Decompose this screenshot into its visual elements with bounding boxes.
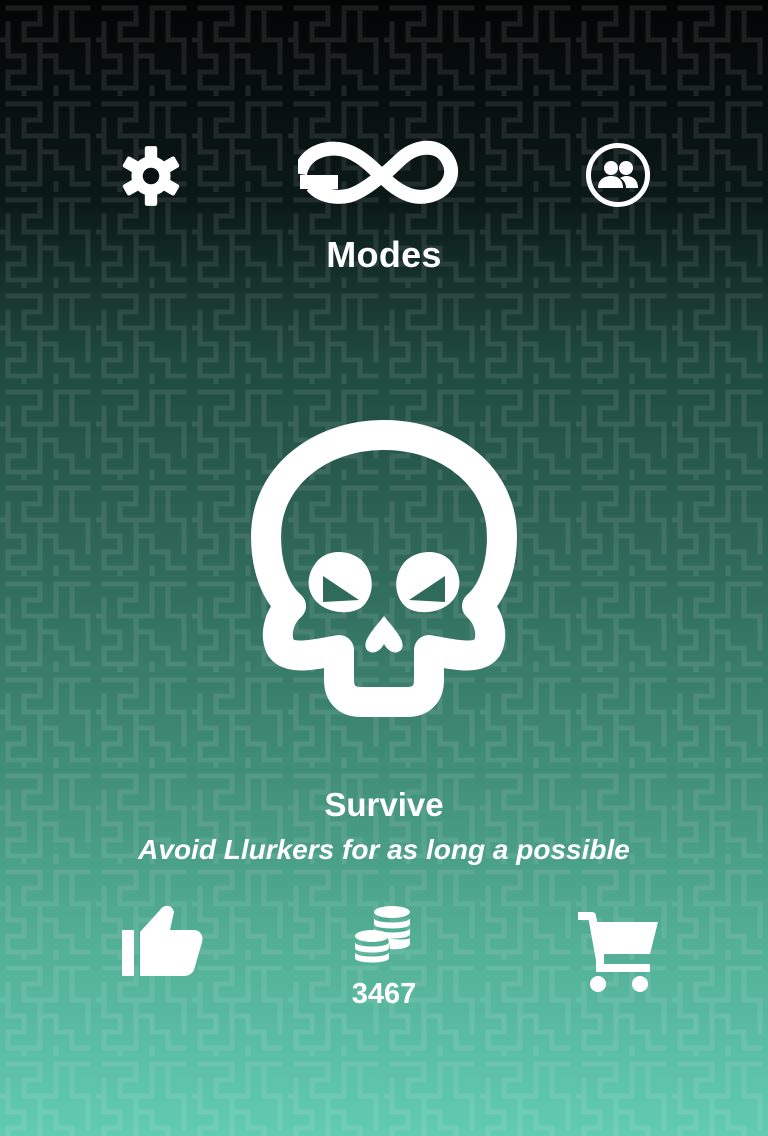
- infinity-icon: [298, 140, 459, 204]
- friends-icon: [586, 143, 650, 207]
- friends-button[interactable]: [585, 142, 651, 208]
- thumbs-up-icon: [122, 905, 203, 976]
- skull-icon: [251, 420, 517, 717]
- modes-label: Modes: [326, 234, 442, 275]
- shop-cart-button[interactable]: [576, 910, 662, 994]
- modes-button[interactable]: Modes: [296, 128, 472, 278]
- mode-skull-button[interactable]: [247, 418, 521, 720]
- coins-display: 3467: [330, 902, 438, 1012]
- coin-count: 3467: [351, 978, 417, 1010]
- mode-title: Survive: [324, 786, 444, 823]
- settings-button[interactable]: [118, 143, 184, 209]
- gear-icon: [122, 146, 180, 206]
- game-menu-screen: Modes Survive Avoid Llurkers for as long…: [0, 0, 768, 1136]
- mode-description: Avoid Llurkers for as long a possible: [138, 834, 630, 865]
- coins-icon: [355, 906, 410, 963]
- like-button[interactable]: [120, 900, 204, 980]
- cart-icon: [578, 912, 658, 992]
